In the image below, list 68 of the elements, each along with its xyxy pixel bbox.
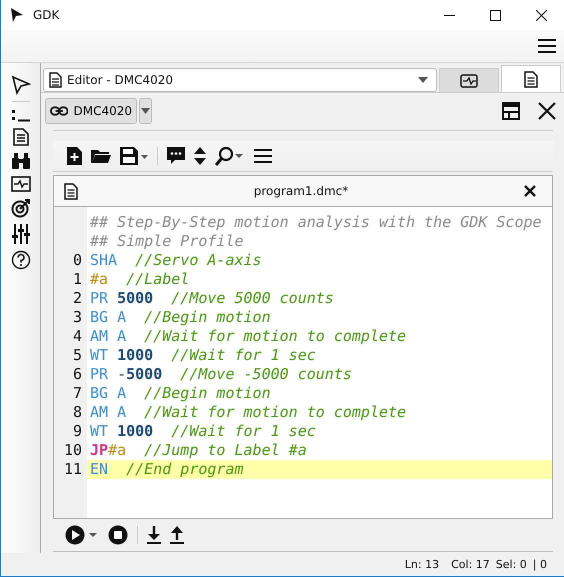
status-text: Col: 17 (451, 558, 490, 571)
help-icon[interactable] (10, 250, 30, 270)
link-icon (50, 106, 68, 116)
caret-icon (418, 77, 428, 83)
line-number: 11 (64, 460, 82, 478)
document-icon (64, 182, 78, 200)
code-line: AM A //Wait for motion to complete (89, 327, 408, 346)
upload-icon[interactable] (170, 526, 184, 544)
code-line: WT 1000 //Wait for 1 sec (89, 346, 317, 365)
document-icon[interactable] (12, 128, 28, 146)
code-line: BG A //Begin motion (89, 308, 272, 327)
code-line: ## Step-By-Step motion analysis with the GDK Scope (89, 213, 543, 232)
line-number: 4 (72, 327, 82, 345)
menu-icon[interactable] (538, 39, 556, 53)
up-down-icon[interactable] (194, 147, 206, 165)
waveform-icon[interactable] (10, 176, 30, 192)
app-logo-icon (10, 7, 24, 23)
line-number: 0 (72, 251, 82, 269)
connection-button[interactable]: DMC4020 (45, 98, 137, 124)
play-icon[interactable] (65, 525, 99, 545)
line-number: 5 (72, 346, 82, 364)
status-text: | 0 (532, 558, 547, 571)
list-icon[interactable] (254, 149, 272, 163)
line-number: 1 (72, 270, 82, 288)
code-line: PR -5000 //Move -5000 counts (89, 365, 353, 384)
code-line: PR 5000 //Move 5000 counts (89, 289, 335, 308)
save-icon[interactable] (120, 147, 148, 165)
code-line: ## Simple Profile (89, 232, 245, 251)
line-number: 6 (72, 365, 82, 383)
code-line: BG A //Begin motion (89, 384, 272, 403)
code-line: SHA //Servo A-axis (89, 251, 263, 270)
close-icon[interactable] (524, 185, 536, 197)
line-number: 8 (72, 403, 82, 421)
stop-icon[interactable] (108, 525, 128, 545)
waveform-icon (460, 74, 478, 88)
view-selector[interactable]: Editor - DMC4020 (43, 68, 437, 92)
binoculars-icon[interactable] (10, 152, 30, 170)
close-icon (536, 10, 546, 20)
maximize-icon (490, 10, 500, 20)
document-icon (524, 70, 538, 88)
caret-icon (141, 108, 150, 114)
sliders-icon[interactable] (12, 224, 30, 244)
cursor-arrow-icon[interactable] (10, 75, 30, 95)
folder-icon[interactable] (91, 148, 111, 164)
line-number: 2 (72, 289, 82, 307)
status-text: Ln: 13 (404, 558, 440, 571)
new-file-icon[interactable] (67, 147, 82, 165)
status-text: Sel: 0 (496, 558, 527, 571)
line-number: 9 (72, 422, 82, 440)
code-line: AM A //Wait for motion to complete (89, 403, 408, 422)
search-icon[interactable] (215, 146, 245, 166)
download-icon[interactable] (147, 526, 161, 544)
comment-icon[interactable] (167, 147, 185, 165)
code-line: WT 1000 //Wait for 1 sec (89, 422, 317, 441)
view-tab[interactable] (439, 68, 499, 92)
document-icon (49, 72, 62, 88)
code-line: JP#a //Jump to Label #a (89, 441, 308, 460)
code-line: #a //Label (89, 270, 190, 289)
dropdown-button[interactable] (139, 98, 152, 124)
view-tab[interactable] (501, 65, 561, 92)
close-icon[interactable] (538, 102, 556, 120)
line-number: 10 (64, 441, 82, 459)
window-title: GDK (33, 8, 60, 22)
target-icon[interactable] (10, 198, 30, 218)
line-number: 7 (72, 384, 82, 402)
layout-icon[interactable] (502, 102, 520, 120)
line-number: 3 (72, 308, 82, 326)
terminal-icon[interactable] (12, 108, 30, 122)
